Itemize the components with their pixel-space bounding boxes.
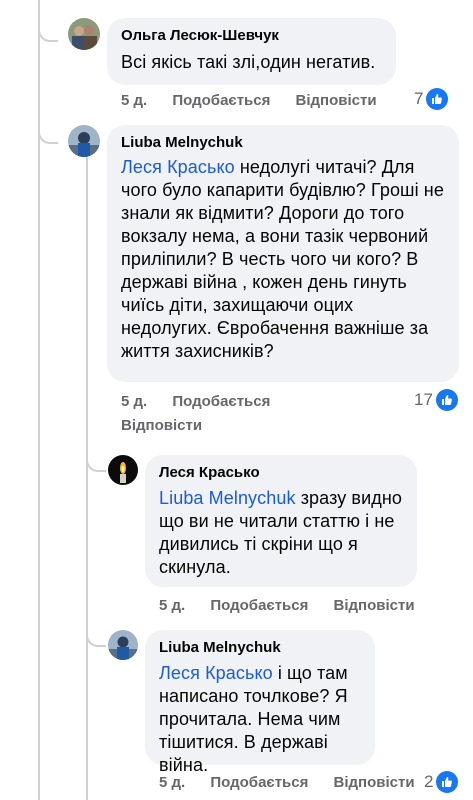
mention-link[interactable]: Liuba Melnychuk <box>159 488 296 508</box>
reply-button[interactable]: Відповісти <box>296 92 377 109</box>
comment-time[interactable]: 5 д. <box>159 597 185 614</box>
reply-button[interactable]: Відповісти <box>334 597 415 614</box>
thread-connector <box>38 100 58 144</box>
thread-connector <box>86 440 106 472</box>
like-button[interactable]: Подобається <box>210 597 308 614</box>
like-button[interactable]: Подобається <box>210 774 308 791</box>
comment-text: Всі якісь такі злі,один негатив. <box>121 52 376 72</box>
avatar[interactable] <box>68 18 100 50</box>
comment-time[interactable]: 5 д. <box>121 393 147 410</box>
comment-bubble: Liuba Melnychuk Леся Красько і що там на… <box>145 630 375 775</box>
comment-bubble: Liuba Melnychuk Леся Красько недолугі чи… <box>107 125 459 382</box>
thumbs-up-icon <box>426 88 449 110</box>
comment-bubble: Ольга Лесюк-Шевчук Всі якісь такі злі,од… <box>107 18 396 85</box>
thumbs-up-icon <box>436 771 459 793</box>
comment-text: Леся Красько недолугі читачі? Для чого б… <box>121 156 445 363</box>
reaction-summary[interactable]: 17 <box>414 389 458 411</box>
comment-author[interactable]: Liuba Melnychuk <box>121 133 445 153</box>
like-button[interactable]: Подобається <box>172 92 270 109</box>
comment-actions: 5 д. Подобається Відповісти <box>159 596 436 616</box>
like-button[interactable]: Подобається <box>172 393 270 410</box>
comment-actions-row2: Відповісти <box>121 416 223 436</box>
reply-button[interactable]: Відповісти <box>121 417 202 434</box>
comment-bubble: Леся Красько Liuba Melnychuk зразу видно… <box>145 455 417 587</box>
comment-author[interactable]: Ольга Лесюк-Шевчук <box>121 26 382 46</box>
comment-author[interactable]: Liuba Melnychuk <box>159 638 361 658</box>
comment-actions: 5 д. Подобається Відповісти <box>159 773 436 793</box>
mention-link[interactable]: Леся Красько <box>159 663 273 683</box>
comment-actions: 5 д. Подобається <box>121 392 291 412</box>
mention-link[interactable]: Леся Красько <box>121 157 235 177</box>
thread-connector <box>38 0 58 42</box>
comment-author[interactable]: Леся Красько <box>159 463 403 483</box>
reaction-count: 2 <box>424 772 434 791</box>
avatar[interactable] <box>68 125 100 157</box>
avatar[interactable] <box>108 630 138 660</box>
thread-line-reply <box>86 155 88 800</box>
comment-text: Liuba Melnychuk зразу видно що ви не чит… <box>159 487 403 579</box>
comment-time[interactable]: 5 д. <box>121 92 147 109</box>
reply-button[interactable]: Відповісти <box>334 774 415 791</box>
comment-body: недолугі читачі? Для чого було капарити … <box>121 157 444 361</box>
reaction-count: 7 <box>414 89 424 108</box>
reaction-summary[interactable]: 7 <box>414 88 449 110</box>
comment-time[interactable]: 5 д. <box>159 774 185 791</box>
candle-avatar[interactable] <box>108 455 138 485</box>
comment-actions: 5 д. Подобається Відповісти <box>121 91 398 111</box>
thread-connector <box>86 615 106 647</box>
reaction-count: 17 <box>414 390 433 409</box>
comment-text: Леся Красько і що там написано точлкове?… <box>159 662 361 777</box>
reaction-summary[interactable]: 2 <box>424 771 459 793</box>
thumbs-up-icon <box>435 389 458 411</box>
